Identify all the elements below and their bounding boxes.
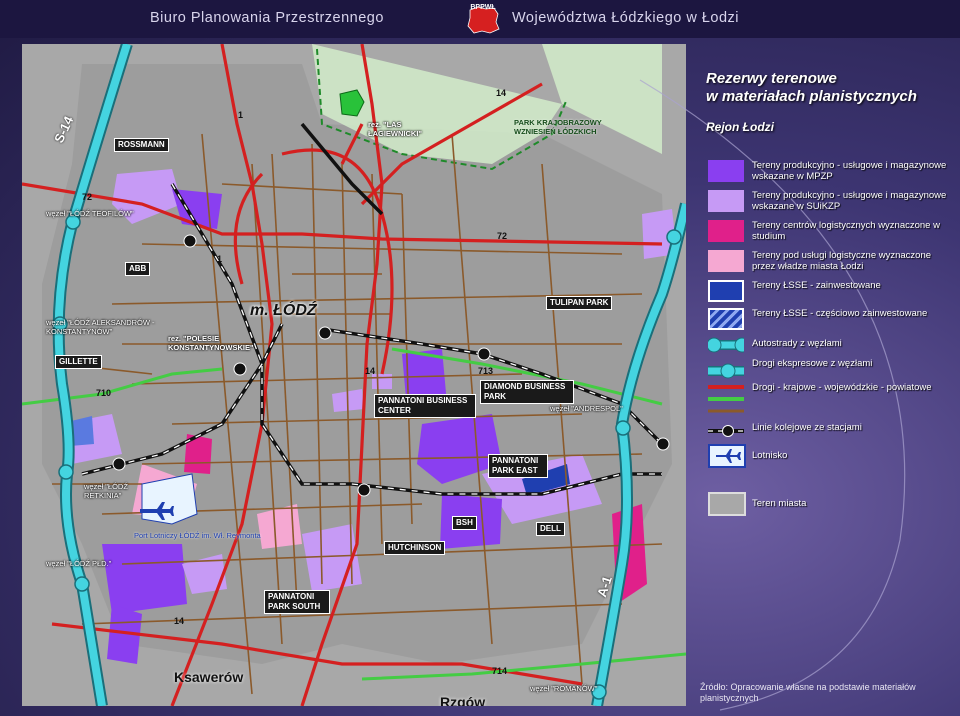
legend-label-lsse-invested: Tereny ŁSSE - zainwestowane	[752, 280, 881, 291]
road-label-1-west: 1	[217, 254, 223, 264]
town-label-ksawerow: Ksawerów	[174, 669, 244, 685]
node-label-lodz-pld: węzeł "ŁÓDŹ PŁD."	[46, 559, 112, 568]
legend-swatch-city-area	[708, 492, 746, 516]
city-name-label: m. ŁÓDŹ	[250, 302, 317, 319]
legend-swatch-lsse-invested	[708, 280, 744, 302]
road-label-14-north: 14	[496, 88, 507, 98]
legend-subtitle: Rejon Łodzi	[706, 120, 774, 134]
company-label-abb: ABB	[125, 262, 151, 276]
road-label-1-north: 1	[238, 110, 244, 120]
node-label-teofilow: węzeł "ŁÓDŹ TEOFILÓW"	[46, 209, 134, 218]
bppwl-logo: BPPWŁ	[464, 4, 502, 36]
company-label-pannatoni-park-south: PANNATONI PARK SOUTH	[264, 590, 330, 614]
legend-label-lsse-partial: Tereny ŁSSE - częściowo zainwestowane	[752, 308, 928, 319]
legend-label-airport: Lotnisko	[752, 450, 788, 461]
town-label-rzgow: Rzgów	[440, 694, 486, 706]
legend-label-mpzp: Tereny produkcyjno - usługowe i magazyno…	[752, 160, 947, 182]
legend-label-expressway: Drogi ekspresowe z węzłami	[752, 358, 873, 369]
header-bar: Biuro Planowania Przestrzennego BPPWŁ Wo…	[0, 0, 960, 38]
road-label-714: 714	[492, 666, 508, 676]
road-label-14-south: 14	[174, 616, 185, 626]
legend-label-roads: Drogi - krajowe - wojewódzkie - powiatow…	[752, 382, 932, 393]
legend-title-line2: w materiałach planistycznych	[706, 88, 917, 105]
legend-swatch-motorway	[708, 337, 744, 353]
legend-label-city-area: Teren miasta	[752, 498, 807, 509]
legend-swatch-logistics-city	[708, 250, 744, 272]
legend-swatch-expressway	[708, 363, 744, 379]
airplane-icon	[716, 449, 741, 463]
airport-label: Port Lotniczy ŁÓDŹ im. Wł. Reymonta	[134, 531, 261, 540]
reserve-label-lagiewnicki: rez. "LAS ŁAGIEWNICKI"	[368, 120, 422, 138]
legend-swatch-roads	[708, 385, 744, 413]
company-label-hutchinson: HUTCHINSON	[384, 541, 446, 555]
company-label-gillette: GILLETTE	[55, 355, 102, 369]
legend: Rezerwy terenowe w materiałach planistyc…	[700, 70, 950, 710]
road-label-72-east: 72	[497, 231, 508, 241]
legend-swatch-airport	[708, 444, 746, 468]
legend-swatch-suikzp	[708, 190, 744, 212]
reserve-label-polesie: rez. "POLESIE KONSTANTYNOWSKIE"	[168, 334, 254, 352]
company-label-pannatoni-business-center: PANNATONI BUSINESS CENTER	[374, 394, 476, 418]
company-label-diamond-business-park: DIAMOND BUSINESS PARK	[480, 380, 574, 404]
road-label-14-center: 14	[365, 366, 376, 376]
legend-title-line1: Rezerwy terenowe	[706, 70, 837, 87]
header-left-title: Biuro Planowania Przestrzennego	[150, 10, 384, 26]
legend-swatch-logistics-studium	[708, 220, 744, 242]
company-label-bsh: BSH	[452, 516, 477, 530]
node-label-romanow: węzeł "ROMANÓW"	[530, 684, 598, 693]
legend-label-motorway: Autostrady z węzłami	[752, 338, 842, 349]
header-right-title: Województwa Łódzkiego w Łodzi	[512, 10, 740, 26]
node-label-aleksandrow: węzeł "ŁÓDŹ ALEKSANDRÓW - KONSTANTYNÓW"	[46, 318, 155, 336]
company-label-pannatoni-park-east: PANNATONI PARK EAST	[488, 454, 548, 478]
slide: Biuro Planowania Przestrzennego BPPWŁ Wo…	[0, 0, 960, 716]
legend-swatch-mpzp	[708, 160, 744, 182]
road-label-72-west: 72	[82, 192, 93, 202]
company-label-dell: DELL	[536, 522, 565, 536]
legend-label-logistics-city: Tereny pod usługi logistyczne wyznaczone…	[752, 250, 932, 272]
source-note: Źródło: Opracowanie własne na podstawie …	[700, 682, 916, 703]
legend-swatch-lsse-partial	[708, 308, 744, 330]
logo-text: BPPWŁ	[470, 4, 496, 11]
legend-swatch-railways	[708, 425, 744, 437]
legend-label-suikzp: Tereny produkcyjno - usługowe i magazyno…	[752, 190, 947, 212]
road-label-713: 713	[478, 366, 494, 376]
road-label-710: 710	[96, 388, 112, 398]
node-label-retkinia: węzeł "ŁÓDŹ RETKINIA"	[84, 482, 128, 500]
map: m. ŁÓDŹ Ksawerów Rzgów S-14 A-1 72 72 14…	[22, 44, 686, 706]
legend-label-railways: Linie kolejowe ze stacjami	[752, 422, 862, 433]
legend-label-logistics-studium: Tereny centrów logistycznych wyznaczone …	[752, 220, 940, 242]
company-label-rossmann: ROSSMANN	[114, 138, 169, 152]
